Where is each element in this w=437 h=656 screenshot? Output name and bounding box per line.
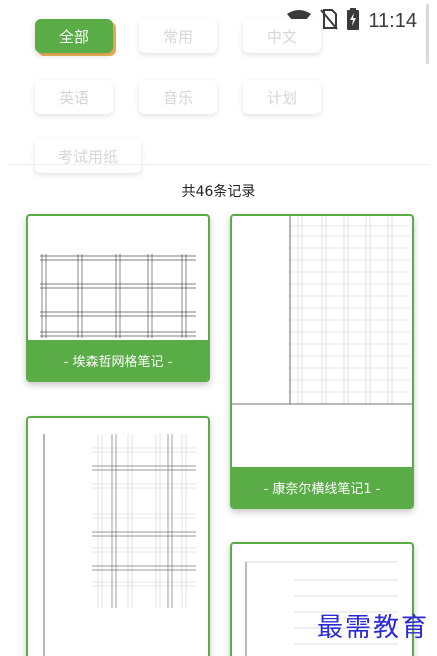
template-card-cornell-note[interactable]: - 康奈尔横线笔记1 - [230,214,414,509]
filter-chip-plan[interactable]: 计划 [243,80,321,114]
battery-charging-icon [346,8,360,34]
template-card-grid-note[interactable]: - 埃森哲网格笔记 - [26,214,210,382]
filter-chip-english[interactable]: 英语 [35,80,113,114]
template-title: - 康奈尔横线笔记1 - [232,467,412,507]
filter-chip-music[interactable]: 音乐 [139,80,217,114]
filter-chip-chinese[interactable]: 中文 [243,19,321,53]
cornell-paper-preview [232,216,412,405]
status-time: 11:14 [368,9,417,32]
grid-paper-preview [40,254,196,338]
filter-chip-common[interactable]: 常用 [139,19,217,53]
template-title: - 埃森哲网格笔记 - [28,340,208,380]
filter-chip-all[interactable]: 全部 [35,19,113,53]
divider [8,164,430,165]
template-card-3[interactable] [26,416,210,656]
no-sim-icon [320,8,339,34]
watermark-text: 最需教育 [316,613,429,643]
grid-paper-preview [43,434,196,656]
filter-chip-exam-paper[interactable]: 考试用纸 [35,139,141,173]
record-count: 共46条记录 [181,184,256,200]
scroll-indicator [426,4,429,64]
